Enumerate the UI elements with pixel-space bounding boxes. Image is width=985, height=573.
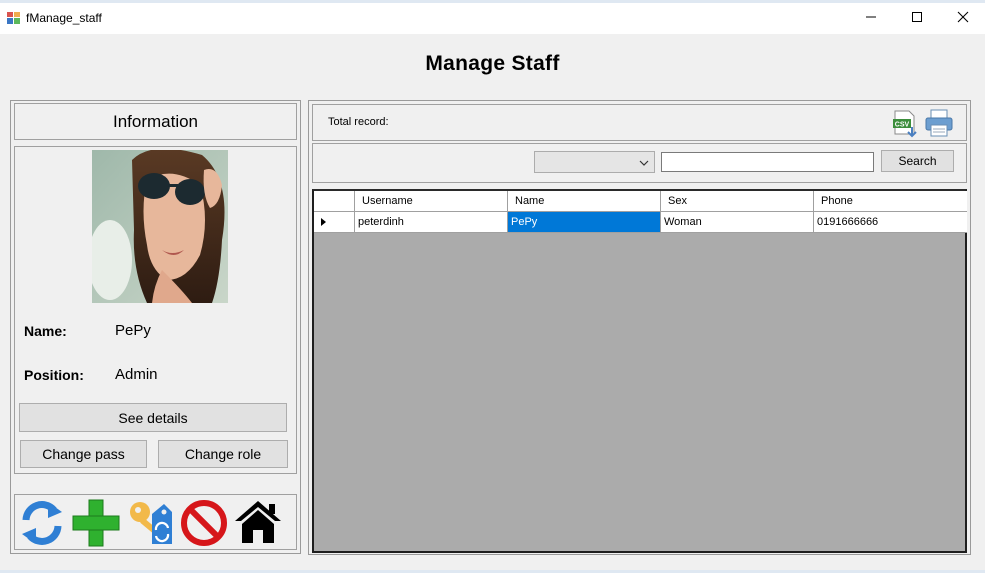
cell-username[interactable]: peterdinh bbox=[355, 212, 508, 233]
key-reset-icon[interactable] bbox=[126, 498, 176, 548]
position-label: Position: bbox=[24, 367, 84, 383]
grid-corner-header bbox=[314, 191, 355, 212]
chevron-down-icon bbox=[639, 160, 649, 166]
print-button[interactable] bbox=[924, 108, 954, 138]
maximize-button[interactable] bbox=[894, 0, 940, 34]
refresh-icon[interactable] bbox=[18, 498, 66, 546]
avatar bbox=[92, 150, 228, 303]
add-icon[interactable] bbox=[71, 498, 121, 548]
printer-icon bbox=[925, 109, 953, 137]
minimize-button[interactable] bbox=[848, 0, 894, 34]
staff-grid: Username Name Sex Phone peterdinh PePy W… bbox=[312, 189, 967, 553]
csv-badge: CSV bbox=[895, 122, 910, 129]
app-icon bbox=[7, 12, 20, 24]
csv-icon: CSV bbox=[893, 110, 917, 138]
maximize-icon bbox=[912, 12, 922, 22]
close-icon bbox=[957, 11, 969, 23]
name-label: Name: bbox=[24, 323, 67, 339]
column-header-sex[interactable]: Sex bbox=[661, 191, 814, 212]
home-icon[interactable] bbox=[233, 499, 283, 545]
background-strip bbox=[0, 0, 985, 3]
title-bar bbox=[0, 0, 985, 34]
current-row-arrow-icon bbox=[321, 218, 326, 226]
cell-phone[interactable]: 0191666666 bbox=[814, 212, 967, 233]
see-details-button[interactable]: See details bbox=[19, 403, 287, 432]
search-input[interactable] bbox=[661, 152, 874, 172]
name-value: PePy bbox=[115, 322, 151, 339]
position-value: Admin bbox=[115, 366, 158, 383]
ban-icon[interactable] bbox=[180, 499, 228, 547]
search-button[interactable]: Search bbox=[881, 150, 954, 172]
column-header-phone[interactable]: Phone bbox=[814, 191, 967, 212]
page-title: Manage Staff bbox=[425, 52, 560, 75]
column-header-username[interactable]: Username bbox=[355, 191, 508, 212]
info-header: Information bbox=[14, 103, 297, 140]
close-button[interactable] bbox=[940, 0, 985, 34]
column-header-name[interactable]: Name bbox=[508, 191, 661, 212]
cell-sex[interactable]: Woman bbox=[661, 212, 814, 233]
export-csv-button[interactable]: CSV bbox=[892, 110, 920, 138]
change-pass-button[interactable]: Change pass bbox=[20, 440, 147, 468]
window-title: fManage_staff bbox=[26, 11, 102, 25]
cell-name-selected[interactable]: PePy bbox=[508, 212, 661, 233]
row-header[interactable] bbox=[314, 212, 355, 233]
total-record-label: Total record: bbox=[328, 116, 389, 128]
change-role-button[interactable]: Change role bbox=[158, 440, 288, 468]
filter-combobox[interactable] bbox=[534, 151, 655, 173]
records-header bbox=[312, 104, 967, 141]
minimize-icon bbox=[866, 16, 876, 18]
